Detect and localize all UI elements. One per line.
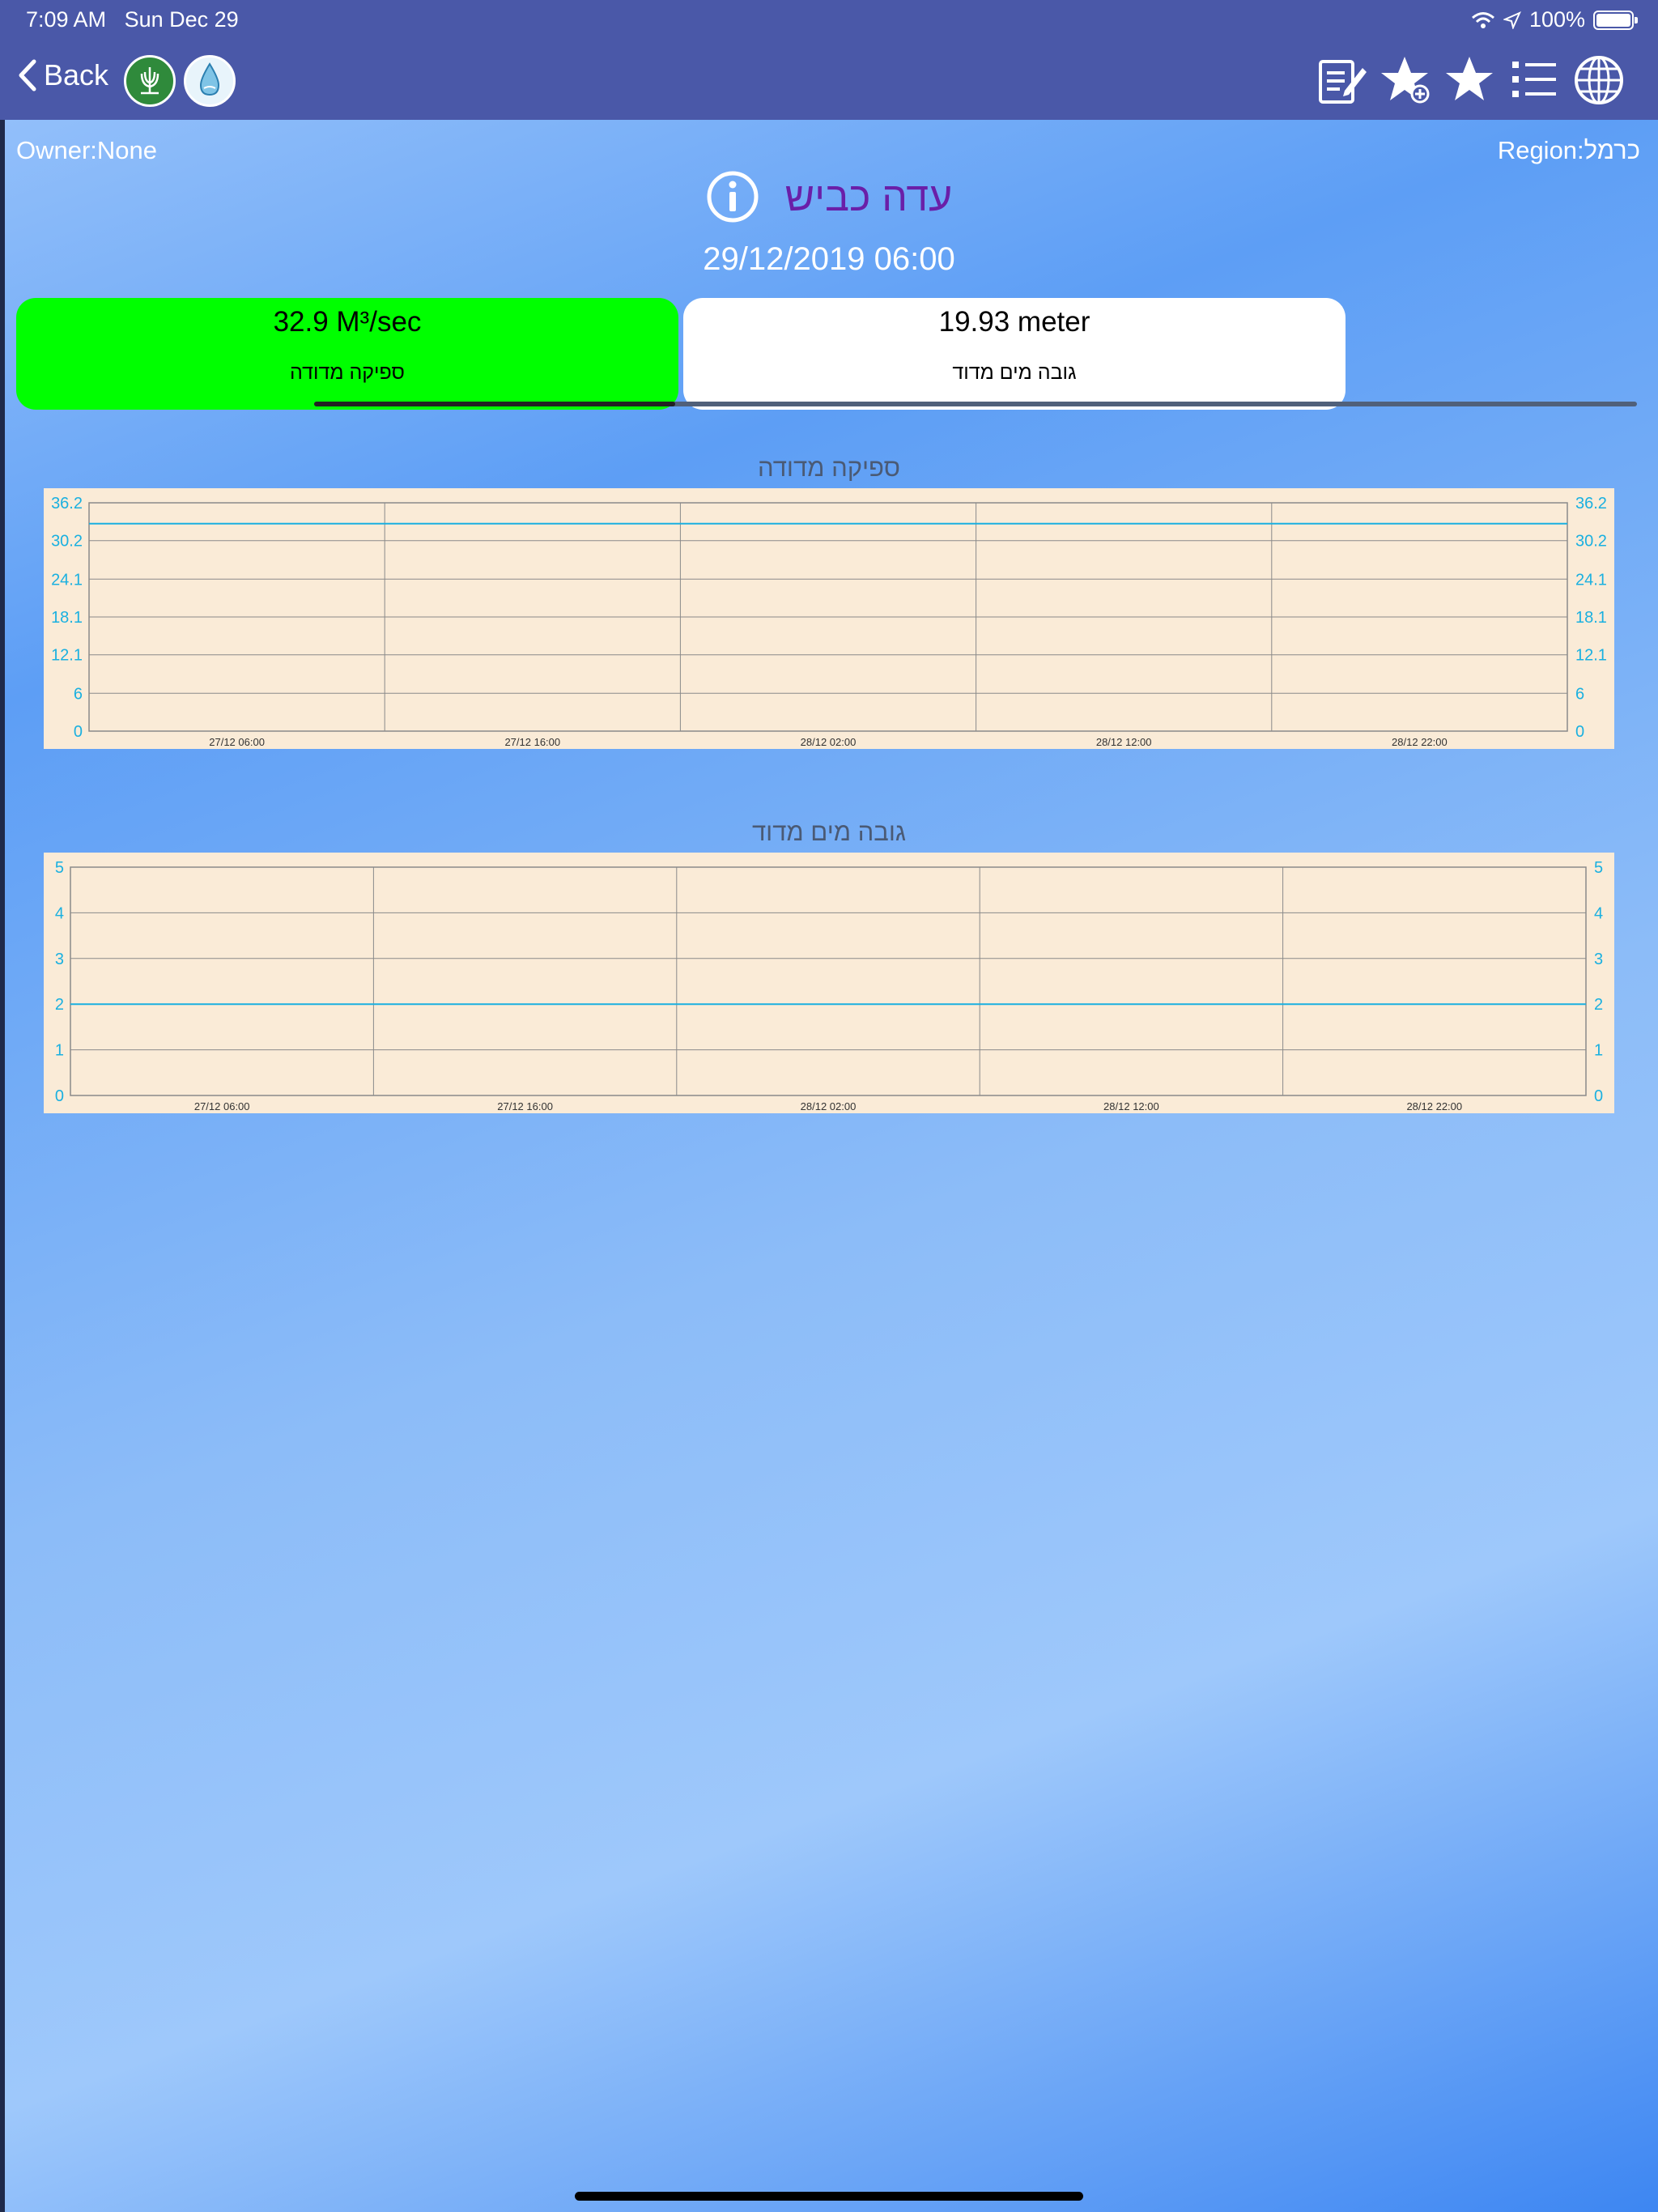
ministry-logo xyxy=(124,55,176,107)
y-tick-label-right: 18.1 xyxy=(1575,609,1607,627)
status-bar: 7:09 AM Sun Dec 29 100% xyxy=(0,0,1658,39)
region-label: Region:כרמל xyxy=(1497,136,1640,164)
y-tick-label-left: 0 xyxy=(74,723,83,741)
x-tick-label: 28/12 12:00 xyxy=(1103,1100,1159,1112)
chart-2-title: גובה מים מדוד xyxy=(751,818,907,846)
flow-card[interactable]: 32.9 M³/sec ספיקה מדודה xyxy=(16,298,678,410)
star-icon[interactable] xyxy=(1443,53,1496,107)
x-tick-label: 27/12 06:00 xyxy=(194,1100,250,1112)
water-level-chart: 0 0 1 1 2 2 3 3 4 4 5 5 27/12 06:00 27/12 16:00 28/12 … xyxy=(44,853,1614,1113)
y-tick-label-left: 30.2 xyxy=(51,533,83,551)
measurement-datetime: 29/12/2019 06:00 xyxy=(703,241,955,277)
x-tick-label: 28/12 02:00 xyxy=(801,1100,857,1112)
location-icon xyxy=(1503,11,1521,29)
y-tick-label-right: 24.1 xyxy=(1575,571,1607,589)
battery-icon xyxy=(1593,10,1638,30)
globe-icon[interactable] xyxy=(1572,53,1626,107)
star-add-icon[interactable] xyxy=(1378,53,1431,107)
list-icon[interactable] xyxy=(1507,53,1561,107)
info-icon[interactable] xyxy=(706,170,759,223)
wifi-icon xyxy=(1471,11,1494,28)
y-tick-label-right: 3 xyxy=(1594,951,1603,968)
water-level-value: 19.93 meter xyxy=(938,306,1090,338)
chart-1-title: ספיקה מדודה xyxy=(758,453,900,482)
y-tick-label-left: 4 xyxy=(55,904,64,922)
owner-label: Owner:None xyxy=(16,136,158,164)
y-tick-label-left: 0 xyxy=(55,1087,64,1105)
status-right: 100% xyxy=(1471,7,1638,32)
y-tick-label-right: 0 xyxy=(1594,1087,1603,1105)
x-tick-label: 27/12 16:00 xyxy=(504,736,560,748)
battery-percent: 100% xyxy=(1528,7,1585,32)
station-title: עדה כביש xyxy=(0,170,1658,223)
navigation-bar: Back xyxy=(0,39,1658,120)
y-tick-label-right: 12.1 xyxy=(1575,647,1607,665)
back-button[interactable]: Back xyxy=(18,58,108,92)
y-tick-label-left: 2 xyxy=(55,996,64,1014)
y-tick-label-right: 5 xyxy=(1594,859,1603,877)
y-tick-label-right: 36.2 xyxy=(1575,495,1607,513)
flow-label: ספיקה מדודה xyxy=(290,361,405,384)
status-time: 7:09 AM Sun Dec 29 xyxy=(26,7,239,32)
x-tick-label: 28/12 22:00 xyxy=(1392,736,1448,748)
window-edge xyxy=(0,0,5,2212)
y-tick-label-left: 24.1 xyxy=(51,571,83,589)
home-indicator xyxy=(575,2192,1083,2201)
back-label: Back xyxy=(44,58,109,91)
y-tick-label-right: 4 xyxy=(1594,904,1603,922)
y-tick-label-right: 1 xyxy=(1594,1042,1603,1060)
water-level-label: גובה מים מדוד xyxy=(952,361,1077,384)
y-tick-label-left: 1 xyxy=(55,1042,64,1060)
y-tick-label-left: 12.1 xyxy=(51,647,83,665)
x-tick-label: 28/12 22:00 xyxy=(1406,1100,1462,1112)
cards-scrollbar-thumb[interactable] xyxy=(314,402,675,406)
y-tick-label-left: 6 xyxy=(74,685,83,703)
y-tick-label-left: 5 xyxy=(55,859,64,877)
water-level-card[interactable]: 19.93 meter גובה מים מדוד xyxy=(683,298,1346,410)
chevron-left-icon xyxy=(19,59,36,91)
y-tick-label-left: 36.2 xyxy=(51,495,83,513)
water-authority-logo xyxy=(184,55,236,107)
x-tick-label: 27/12 06:00 xyxy=(209,736,265,748)
plot-frame xyxy=(70,866,1587,1096)
flow-value: 32.9 M³/sec xyxy=(273,306,422,338)
y-tick-label-right: 6 xyxy=(1575,685,1584,703)
station-name: עדה כביש xyxy=(784,174,953,219)
x-tick-label: 28/12 12:00 xyxy=(1096,736,1152,748)
edit-notes-icon[interactable] xyxy=(1316,53,1369,107)
y-tick-label-right: 30.2 xyxy=(1575,533,1607,551)
y-tick-label-right: 0 xyxy=(1575,723,1584,741)
x-tick-label: 27/12 16:00 xyxy=(497,1100,553,1112)
y-tick-label-left: 18.1 xyxy=(51,609,83,627)
y-tick-label-left: 3 xyxy=(55,951,64,968)
x-tick-label: 28/12 02:00 xyxy=(801,736,857,748)
y-tick-label-right: 2 xyxy=(1594,996,1603,1014)
flow-chart: 0 0 6 6 12.1 12.1 18.1 18.1 24.1 24.1 30.2 30.2 36.2… xyxy=(44,488,1614,749)
